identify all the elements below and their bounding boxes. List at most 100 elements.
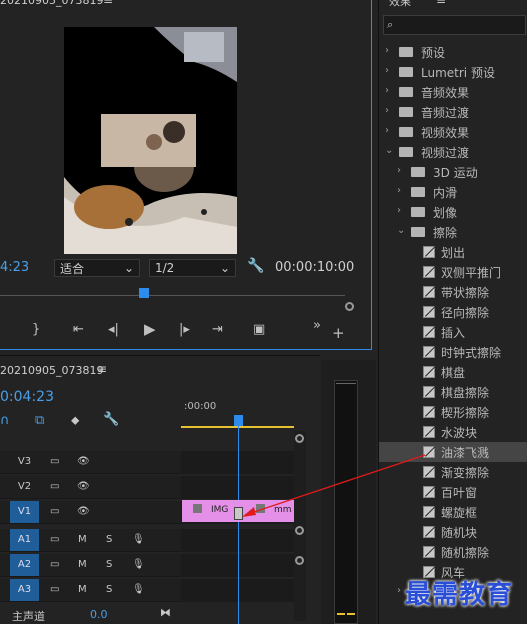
chevron-right-icon[interactable]: › [385, 45, 389, 56]
track-target-toggle[interactable]: V2 [10, 476, 39, 498]
step-forward-icon[interactable]: |▸ [179, 322, 190, 337]
mute-button[interactable]: M [78, 584, 87, 595]
chevron-right-icon[interactable]: › [385, 125, 389, 136]
ruler-time-label: :00:00 [184, 401, 217, 412]
chevron-right-icon[interactable]: › [397, 185, 401, 196]
effect-folder[interactable]: › 视频效果 [379, 122, 527, 142]
track-header[interactable]: A3 ▭ M S 🎙 [0, 579, 181, 602]
transition-effect-icon [423, 426, 435, 438]
effect-item[interactable]: 时钟式擦除 [379, 342, 527, 362]
microphone-icon[interactable]: 🎙 [132, 584, 145, 595]
effect-folder[interactable]: › 音频效果 [379, 82, 527, 102]
effect-label: 棋盘擦除 [441, 386, 490, 400]
effect-item[interactable]: 划出 [379, 242, 527, 262]
resolution-dropdown[interactable]: 1/2 ⌄ [149, 259, 236, 277]
monitor-menu-icon[interactable]: ≡ [103, 0, 113, 7]
eye-icon[interactable]: 👁 [77, 456, 90, 467]
go-to-in-icon[interactable]: ⇤ [73, 322, 84, 337]
sync-lock-icon[interactable]: ▭ [50, 534, 59, 545]
chevron-right-icon[interactable]: › [397, 165, 401, 176]
effects-menu-icon[interactable]: ≡ [436, 0, 446, 7]
chevron-right-icon[interactable]: › [385, 65, 389, 76]
solo-button[interactable]: S [106, 534, 112, 545]
play-icon[interactable]: ▶ [144, 320, 156, 338]
effect-folder[interactable]: ⌄ 擦除 [379, 222, 527, 242]
chevron-right-icon[interactable]: › [385, 105, 389, 116]
mark-out-icon[interactable]: } [32, 322, 40, 337]
track-header[interactable]: V3 ▭ 👁 [0, 451, 181, 474]
monitor-scrubber[interactable] [0, 288, 350, 300]
track-target-toggle[interactable]: V1 [10, 501, 39, 523]
add-button-icon[interactable]: + [332, 324, 345, 342]
step-back-icon[interactable]: ◂| [108, 322, 119, 337]
mute-button[interactable]: M [78, 559, 87, 570]
chevron-right-icon[interactable]: › [385, 85, 389, 96]
transition-effect-icon [423, 406, 435, 418]
master-link-icon[interactable]: ⧓ [160, 606, 171, 619]
effect-item[interactable]: 棋盘 [379, 362, 527, 382]
add-marker-icon[interactable]: ⬥ [71, 413, 79, 428]
folder-icon [399, 107, 413, 117]
solo-button[interactable]: S [106, 584, 112, 595]
effect-item[interactable]: 棋盘擦除 [379, 382, 527, 402]
scroll-handle-middle[interactable] [295, 526, 304, 535]
track-target-toggle[interactable]: A2 [10, 554, 39, 576]
effect-folder[interactable]: › 预设 [379, 42, 527, 62]
track-header[interactable]: A2 ▭ M S 🎙 [0, 554, 181, 577]
effect-item[interactable]: 水波块 [379, 422, 527, 442]
scroll-handle-lower[interactable] [295, 556, 304, 565]
master-volume-value[interactable]: 0.0 [90, 608, 108, 621]
solo-button[interactable]: S [106, 559, 112, 570]
chevron-down-icon[interactable]: ⌄ [397, 225, 405, 236]
effects-search-input[interactable]: ⌕ [383, 15, 526, 35]
microphone-icon[interactable]: 🎙 [132, 534, 145, 545]
chevron-right-icon[interactable]: › [397, 585, 401, 596]
transport-controls: } ⇤ ◂| ▶ |▸ ⇥ ▣ » + [0, 318, 372, 346]
sync-lock-icon[interactable]: ▭ [50, 481, 59, 492]
effect-item[interactable]: 双侧平推门 [379, 262, 527, 282]
effect-item[interactable]: 插入 [379, 322, 527, 342]
effect-folder[interactable]: › 划像 [379, 202, 527, 222]
effect-item[interactable]: 随机擦除 [379, 542, 527, 562]
current-timecode[interactable]: 4:23 [0, 260, 29, 275]
microphone-icon[interactable]: 🎙 [132, 559, 145, 570]
effect-folder[interactable]: › Lumetri 预设 [379, 62, 527, 82]
timeline-settings-icon[interactable]: 🔧 [103, 412, 119, 427]
mute-button[interactable]: M [78, 534, 87, 545]
go-to-out-icon[interactable]: ⇥ [212, 322, 223, 337]
track-header[interactable]: V2 ▭ 👁 [0, 476, 181, 499]
eye-icon[interactable]: 👁 [77, 506, 90, 517]
timeline-timecode[interactable]: 0:04:23 [0, 389, 54, 405]
effect-item[interactable]: 带状擦除 [379, 282, 527, 302]
track-header[interactable]: V1 ▭ 👁 [0, 501, 181, 524]
effect-folder[interactable]: › 音频过渡 [379, 102, 527, 122]
sync-lock-icon[interactable]: ▭ [50, 559, 59, 570]
scroll-handle-top[interactable] [295, 434, 304, 443]
linked-selection-icon[interactable]: ⧉ [35, 413, 44, 428]
snap-icon[interactable]: ∩ [0, 413, 10, 428]
effect-item[interactable]: 楔形擦除 [379, 402, 527, 422]
fit-dropdown[interactable]: 适合 ⌄ [54, 259, 140, 277]
effect-item[interactable]: 径向擦除 [379, 302, 527, 322]
more-icon[interactable]: » [313, 318, 321, 333]
scrubber-playhead[interactable] [139, 288, 149, 298]
track-target-toggle[interactable]: A3 [10, 579, 39, 601]
effect-folder[interactable]: ⌄ 视频过渡 [379, 142, 527, 162]
track-target-toggle[interactable]: A1 [10, 529, 39, 551]
sync-lock-icon[interactable]: ▭ [50, 584, 59, 595]
drag-arrow-annotation [242, 454, 426, 517]
track-header[interactable]: A1 ▭ M S 🎙 [0, 529, 181, 552]
chevron-down-icon[interactable]: ⌄ [385, 145, 393, 156]
settings-wrench-icon[interactable]: 🔧 [247, 258, 264, 274]
sync-lock-icon[interactable]: ▭ [50, 506, 59, 517]
effect-item[interactable]: 随机块 [379, 522, 527, 542]
track-target-toggle[interactable]: V3 [10, 451, 39, 473]
zoom-handle[interactable] [345, 302, 354, 311]
sync-lock-icon[interactable]: ▭ [50, 456, 59, 467]
chevron-right-icon[interactable]: › [397, 205, 401, 216]
effect-folder[interactable]: › 内滑 [379, 182, 527, 202]
export-frame-icon[interactable]: ▣ [253, 322, 265, 337]
eye-icon[interactable]: 👁 [77, 481, 90, 492]
effect-folder[interactable]: › 3D 运动 [379, 162, 527, 182]
timeline-menu-icon[interactable]: ≡ [97, 362, 107, 376]
